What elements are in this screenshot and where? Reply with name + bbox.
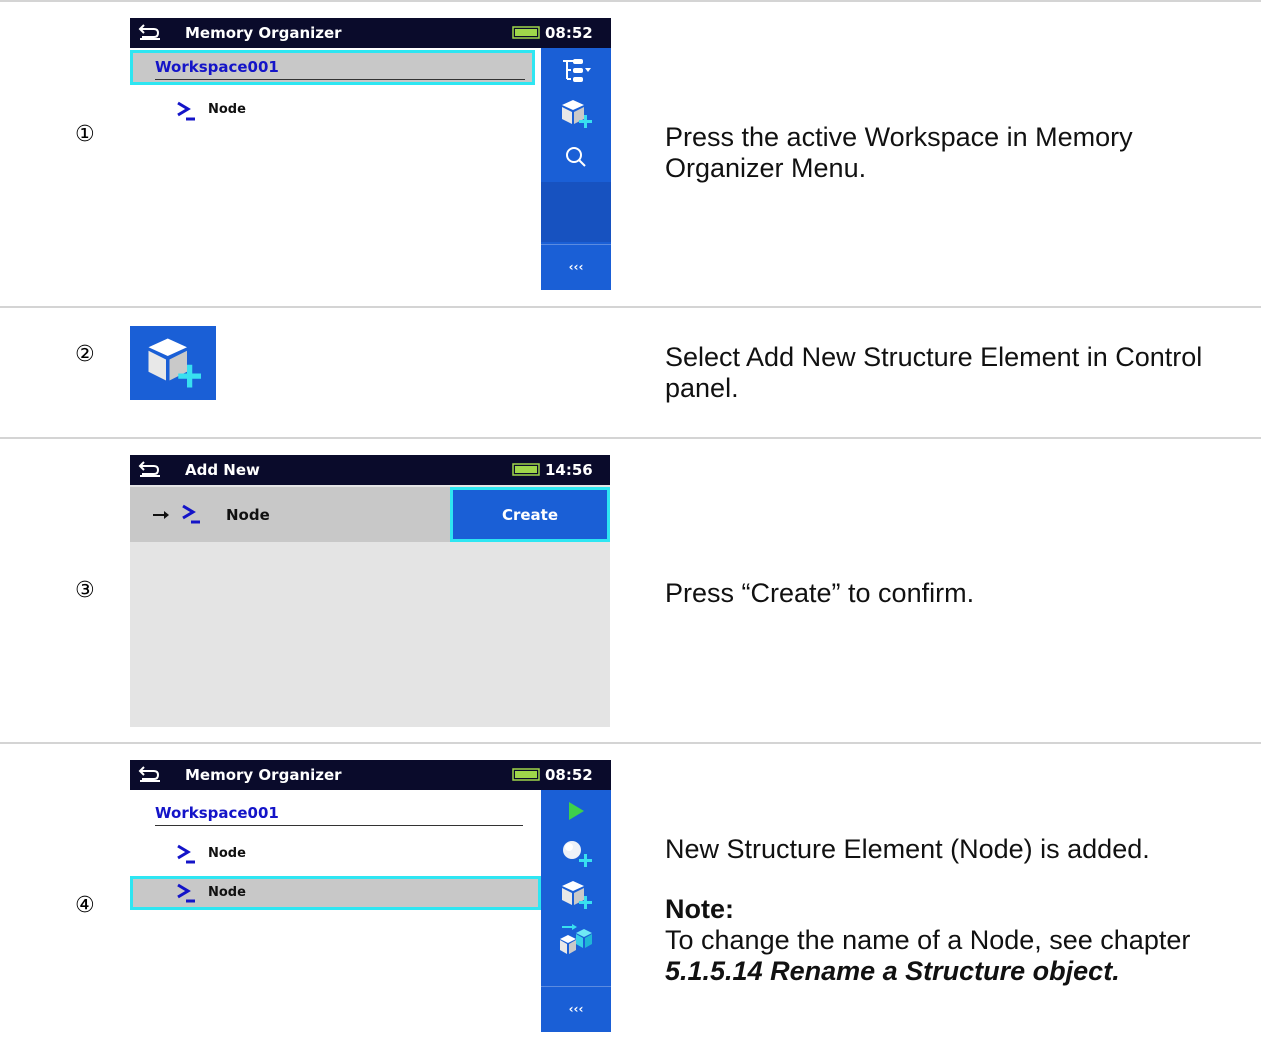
node-row[interactable]: Node (130, 838, 535, 868)
workspace-row[interactable]: Workspace001 (130, 50, 535, 85)
arrow-right-icon (153, 511, 169, 519)
step-marker-2: ② (75, 342, 95, 367)
add-measurement-button[interactable] (541, 832, 611, 874)
add-node-row: Node Create (130, 487, 610, 542)
node-icon (177, 844, 195, 864)
create-button-label: Create (501, 505, 559, 524)
workspace-label: Workspace001 (155, 804, 279, 822)
add-structure-icon (562, 881, 592, 909)
add-structure-button[interactable] (541, 92, 611, 136)
clock: 14:56 (545, 461, 593, 479)
step-3-description: Press “Create” to confirm. (665, 578, 975, 608)
add-structure-button[interactable] (541, 874, 611, 916)
control-panel: ‹‹‹ (541, 790, 611, 1032)
workspace-underline (155, 825, 523, 826)
screen-memory-organizer-1: Memory Organizer 08:52 Workspace001 Node (130, 18, 611, 290)
battery-icon (512, 768, 540, 781)
node-label: Node (208, 102, 246, 117)
note-text: To change the name of a Node, see chapte… (665, 925, 1191, 955)
node-row-selected[interactable]: Node (130, 876, 541, 910)
screen-add-new: Add New 14:56 Node Create (130, 455, 610, 727)
add-measurement-icon (563, 841, 592, 867)
play-icon (569, 802, 584, 820)
step-marker-3: ③ (75, 578, 95, 603)
more-button[interactable]: ‹‹‹ (541, 244, 611, 289)
more-button[interactable]: ‹‹‹ (541, 986, 611, 1031)
screen-title: Memory Organizer (185, 766, 342, 784)
back-icon[interactable] (138, 21, 162, 41)
more-icon: ‹‹‹ (568, 1002, 584, 1016)
copy-structure-icon (560, 924, 592, 954)
header-bar: Memory Organizer 08:52 (130, 18, 611, 48)
node-icon (177, 101, 195, 121)
workspace-row[interactable]: Workspace001 (130, 798, 535, 833)
node-label: Node (226, 506, 270, 524)
node-icon (182, 504, 200, 524)
screen-title: Add New (185, 461, 260, 479)
separator-top (0, 0, 1261, 2)
clock: 08:52 (545, 766, 593, 784)
add-structure-icon (148, 338, 201, 388)
workspace-underline (155, 79, 525, 80)
screen-title: Memory Organizer (185, 24, 342, 42)
create-button[interactable]: Create (450, 487, 610, 542)
separator-1 (0, 306, 1261, 308)
back-icon[interactable] (138, 458, 162, 478)
back-icon[interactable] (138, 763, 162, 783)
note-label: Note: (665, 894, 734, 924)
search-icon (566, 147, 586, 167)
note-reference: 5.1.5.14 Rename a Structure object. (665, 956, 1120, 986)
node-label: Node (208, 885, 246, 900)
add-structure-button-large[interactable] (130, 326, 216, 400)
header-bar: Memory Organizer 08:52 (130, 760, 611, 790)
search-button[interactable] (541, 136, 611, 180)
start-button[interactable] (541, 790, 611, 832)
separator-3 (0, 742, 1261, 744)
control-panel: ‹‹‹ (541, 48, 611, 290)
step-4-description: New Structure Element (Node) is added. N… (665, 834, 1255, 987)
step-2-description: Select Add New Structure Element in Cont… (665, 342, 1203, 403)
node-row[interactable]: Node (130, 96, 535, 126)
tree-view-icon (563, 59, 591, 82)
empty-panel-slot (541, 182, 611, 242)
separator-2 (0, 437, 1261, 439)
header-bar: Add New 14:56 (130, 455, 610, 485)
battery-icon (512, 26, 540, 39)
node-icon (177, 883, 195, 903)
tree-view-button[interactable] (541, 48, 611, 92)
node-label: Node (208, 846, 246, 861)
step-marker-1: ① (75, 122, 95, 147)
step-marker-4: ④ (75, 893, 95, 918)
step-1-description: Press the active Workspace in Memory Org… (665, 122, 1133, 183)
screen-memory-organizer-4: Memory Organizer 08:52 Workspace001 Node… (130, 760, 611, 1032)
clock: 08:52 (545, 24, 593, 42)
battery-icon (512, 463, 540, 476)
workspace-label: Workspace001 (155, 58, 279, 76)
step-4-text: New Structure Element (Node) is added. (665, 834, 1150, 864)
add-structure-icon (562, 100, 592, 128)
more-icon: ‹‹‹ (568, 260, 584, 274)
copy-structure-button[interactable] (541, 916, 611, 962)
